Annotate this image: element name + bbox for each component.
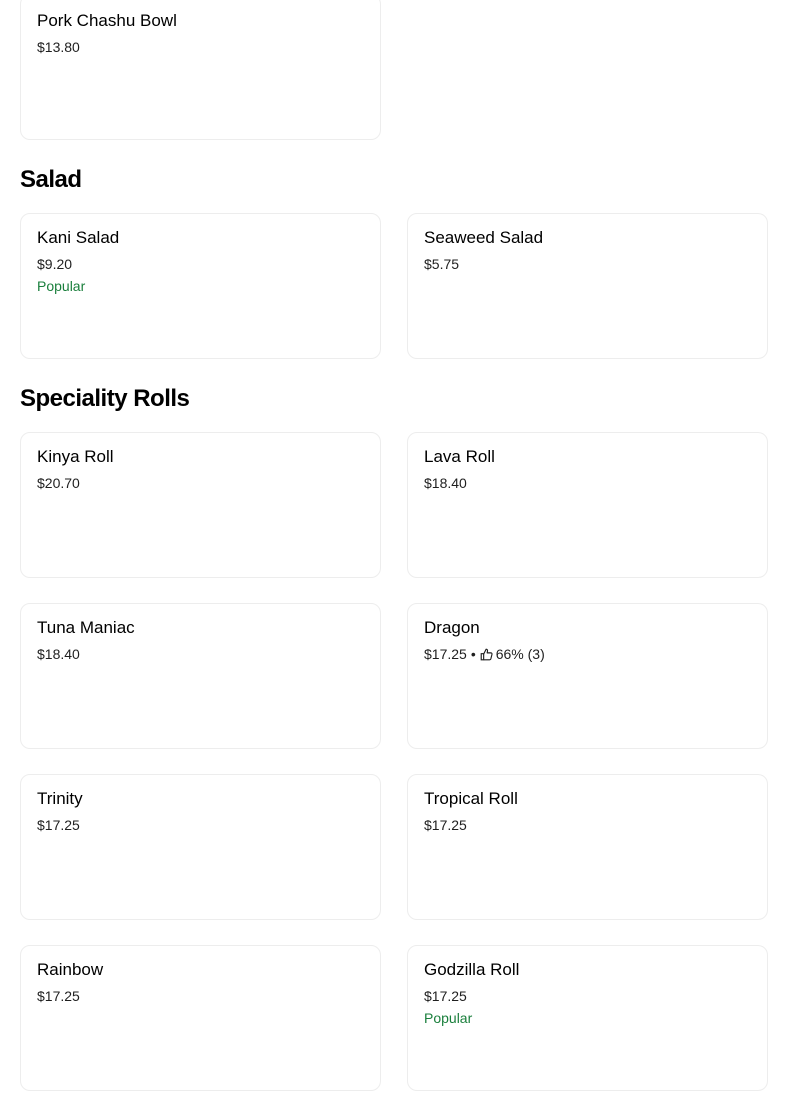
item-price: $5.75: [424, 256, 460, 272]
menu-item-card[interactable]: Tuna Maniac $18.40: [20, 603, 381, 749]
menu-item-card[interactable]: Tropical Roll $17.25: [407, 774, 768, 920]
item-name: Kinya Roll: [37, 447, 114, 466]
popular-badge: Popular: [424, 1010, 473, 1026]
menu-item-card[interactable]: Kani Salad $9.20 Popular: [20, 213, 381, 359]
item-price: $17.25: [424, 646, 467, 662]
menu-item-card[interactable]: Kinya Roll $20.70: [20, 432, 381, 578]
item-name: Dragon: [424, 618, 480, 637]
menu-item-card[interactable]: Seaweed Salad $5.75: [407, 213, 768, 359]
item-meta: $17.25 • 66% (3): [424, 646, 545, 662]
item-name: Lava Roll: [424, 447, 495, 466]
menu-item-card[interactable]: Pork Chashu Bowl $13.80: [20, 0, 381, 140]
item-name: Tropical Roll: [424, 789, 518, 808]
section-title-salad: Salad: [20, 166, 82, 193]
item-price: $9.20: [37, 256, 73, 272]
item-price: $17.25: [424, 988, 467, 1004]
separator-dot: •: [470, 646, 476, 662]
item-price: $18.40: [37, 646, 80, 662]
item-price: $20.70: [37, 475, 80, 491]
item-name: Tuna Maniac: [37, 618, 135, 637]
item-name: Rainbow: [37, 960, 104, 979]
menu-item-card[interactable]: Dragon $17.25 • 66% (3): [407, 603, 768, 749]
menu-item-card[interactable]: Rainbow $17.25: [20, 945, 381, 1091]
item-name: Godzilla Roll: [424, 960, 520, 979]
thumbs-up-icon: [480, 648, 493, 660]
item-price: $18.40: [424, 475, 467, 491]
section-title-speciality-rolls: Speciality Rolls: [20, 385, 190, 412]
item-name: Pork Chashu Bowl: [37, 11, 177, 30]
item-name: Kani Salad: [37, 228, 120, 247]
item-price: $13.80: [37, 39, 80, 55]
item-name: Seaweed Salad: [424, 228, 544, 247]
menu-item-card[interactable]: Lava Roll $18.40: [407, 432, 768, 578]
item-price: $17.25: [424, 817, 467, 833]
item-price: $17.25: [37, 988, 80, 1004]
item-rating: 66% (3): [495, 646, 545, 662]
menu-item-card[interactable]: Godzilla Roll $17.25 Popular: [407, 945, 768, 1091]
menu-item-card[interactable]: Trinity $17.25: [20, 774, 381, 920]
item-name: Trinity: [37, 789, 83, 808]
item-price: $17.25: [37, 817, 80, 833]
popular-badge: Popular: [37, 278, 86, 294]
